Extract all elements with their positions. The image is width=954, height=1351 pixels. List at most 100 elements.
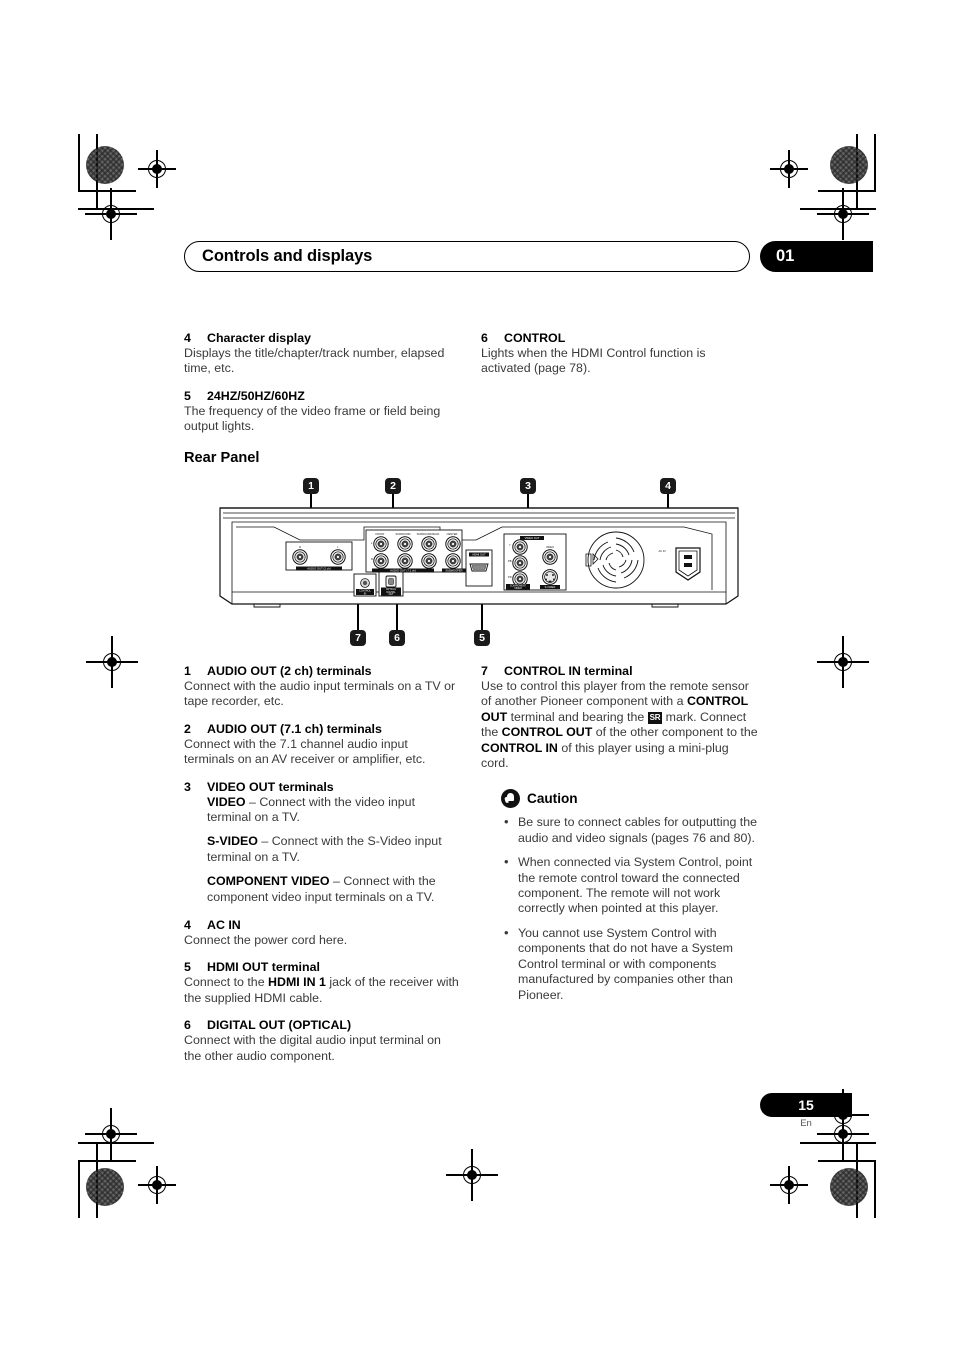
registration-target bbox=[138, 150, 176, 188]
sub-item-s-video: S-VIDEO – Connect with the S-Video input… bbox=[207, 834, 461, 865]
svg-text:VIDEO OUT: VIDEO OUT bbox=[525, 536, 540, 540]
item-description: Connect to the HDMI IN 1 jack of the rec… bbox=[184, 975, 461, 1006]
page-number: 15 bbox=[798, 1097, 814, 1113]
halftone-patch bbox=[86, 146, 124, 184]
svg-text:AUDIO OUT (2 ch): AUDIO OUT (2 ch) bbox=[307, 567, 330, 571]
text-key: HDMI IN 1 bbox=[268, 975, 326, 990]
item-description: Displays the title/chapter/track number,… bbox=[184, 346, 445, 376]
halftone-patch bbox=[830, 146, 868, 184]
crop-mark bbox=[96, 134, 98, 210]
item-title: Character display bbox=[207, 331, 311, 345]
page-language: En bbox=[800, 1118, 812, 1129]
item-description: Connect the power cord here. bbox=[184, 933, 348, 948]
sub-item-video: VIDEO – Connect with the video input ter… bbox=[207, 795, 461, 826]
crop-mark bbox=[800, 208, 876, 210]
item-number: 1 bbox=[184, 664, 191, 678]
chapter-header-bar: Controls and displays bbox=[184, 241, 750, 272]
sub-item-component-video: COMPONENT VIDEO – Connect with the compo… bbox=[207, 874, 461, 905]
registration-target bbox=[446, 1149, 498, 1201]
item-heading: 1 AUDIO OUT (2 ch) terminals bbox=[184, 663, 461, 679]
text-part-2: terminal and bearing the bbox=[507, 709, 648, 724]
sub-item-key: S-VIDEO bbox=[207, 834, 258, 849]
item-title: AUDIO OUT (7.1 ch) terminals bbox=[207, 721, 382, 736]
svg-text:Y: Y bbox=[509, 543, 511, 547]
item-heading: 6 DIGITAL OUT (OPTICAL) bbox=[184, 1017, 461, 1033]
item-description: Lights when the HDMI Control function is… bbox=[481, 346, 706, 376]
item-heading: 2 AUDIO OUT (7.1 ch) terminals bbox=[184, 721, 461, 737]
registration-target bbox=[817, 188, 869, 240]
item-heading: 5 HDMI OUT terminal bbox=[184, 959, 461, 975]
hand-icon bbox=[501, 789, 520, 809]
crop-mark bbox=[818, 1160, 876, 1162]
svg-text:IN: IN bbox=[364, 592, 367, 595]
registration-target bbox=[138, 1166, 176, 1204]
crop-mark bbox=[800, 1142, 876, 1144]
callout-badge: 1 bbox=[303, 478, 319, 494]
crop-mark bbox=[78, 190, 136, 192]
item-title: AUDIO OUT (2 ch) terminals bbox=[207, 664, 372, 678]
item-title: VIDEO OUT terminals bbox=[207, 779, 334, 794]
svg-text:HDMI OUT: HDMI OUT bbox=[472, 553, 486, 557]
crop-mark bbox=[78, 1160, 136, 1162]
halftone-patch bbox=[86, 1168, 124, 1206]
callout-6: 6 bbox=[389, 592, 405, 646]
svg-text:VIDEO: VIDEO bbox=[514, 587, 522, 590]
callout-badge: 5 bbox=[474, 630, 490, 646]
registration-target bbox=[770, 1166, 808, 1204]
right-column: 7 CONTROL IN terminal Use to control thi… bbox=[481, 663, 758, 1012]
rear-panel-drawing: R L AUDIO OUT (2 ch) FRONT SURROUND SURR… bbox=[219, 507, 739, 608]
top-left-column: 4 Character display Displays the title/c… bbox=[184, 330, 461, 446]
item-description: Use to control this player from the remo… bbox=[481, 679, 758, 771]
svg-text:S-VIDEO: S-VIDEO bbox=[545, 585, 556, 589]
crop-mark bbox=[874, 134, 876, 192]
spec-item-control: 6 CONTROL Lights when the HDMI Control f… bbox=[481, 330, 758, 377]
item-description: Connect with the 7.1 channel audio input… bbox=[184, 736, 426, 767]
callout-badge: 6 bbox=[389, 630, 405, 646]
item-heading: 6 CONTROL bbox=[481, 330, 758, 346]
callout-badge: 2 bbox=[385, 478, 401, 494]
svg-text:CENTER: CENTER bbox=[447, 532, 458, 536]
svg-text:PR: PR bbox=[508, 575, 512, 579]
crop-mark bbox=[78, 1160, 80, 1218]
item-number: 4 bbox=[184, 331, 191, 345]
crop-mark bbox=[856, 134, 858, 210]
crop-mark bbox=[78, 134, 80, 192]
item-number: 5 bbox=[184, 960, 191, 975]
callout-5: 5 bbox=[474, 588, 490, 646]
spec-item-character-display: 4 Character display Displays the title/c… bbox=[184, 330, 461, 377]
section-title: Rear Panel bbox=[184, 450, 260, 466]
page-number-badge: 15 bbox=[760, 1093, 852, 1117]
crop-mark bbox=[78, 208, 154, 210]
item-number: 5 bbox=[184, 388, 191, 403]
callout-1: 1 bbox=[303, 478, 319, 544]
item-heading: 7 CONTROL IN terminal bbox=[481, 663, 758, 679]
crop-mark bbox=[818, 190, 876, 192]
item-description: The frequency of the video frame or fiel… bbox=[184, 403, 441, 434]
terminal-item-control-in: 7 CONTROL IN terminal Use to control thi… bbox=[481, 663, 758, 771]
list-item: When connected via System Control, point… bbox=[501, 854, 758, 917]
caution-heading: Caution bbox=[501, 789, 758, 809]
crop-mark bbox=[874, 1160, 876, 1218]
callout-4: 4 bbox=[660, 478, 676, 552]
callout-3: 3 bbox=[520, 478, 536, 542]
callout-badge: 4 bbox=[660, 478, 676, 494]
registration-target bbox=[817, 636, 869, 688]
crop-mark bbox=[856, 1142, 858, 1218]
terminal-item-digital-out: 6 DIGITAL OUT (OPTICAL) Connect with the… bbox=[184, 1017, 461, 1064]
text-pre: Connect to the bbox=[184, 975, 269, 990]
terminal-item-hdmi-out: 5 HDMI OUT terminal Connect to the HDMI … bbox=[184, 959, 461, 1006]
text-key-control-in: CONTROL IN bbox=[481, 740, 558, 755]
terminal-item-audio-out-71ch: 2 AUDIO OUT (7.1 ch) terminals Connect w… bbox=[184, 721, 461, 768]
sub-item-key: COMPONENT VIDEO bbox=[207, 874, 330, 889]
caution-list: Be sure to connect cables for outputting… bbox=[501, 814, 758, 1002]
callout-2: 2 bbox=[385, 478, 401, 538]
caution-label: Caution bbox=[527, 791, 578, 807]
spec-item-frequency: 5 24HZ/50HZ/60HZ The frequency of the vi… bbox=[184, 388, 461, 435]
crop-mark bbox=[96, 1142, 98, 1218]
print-registration-marks bbox=[0, 0, 954, 1351]
top-right-column: 6 CONTROL Lights when the HDMI Control f… bbox=[481, 330, 758, 388]
callout-badge: 3 bbox=[520, 478, 536, 494]
svg-text:R: R bbox=[299, 545, 301, 549]
item-title: CONTROL IN terminal bbox=[504, 664, 633, 678]
item-heading: 4 AC IN bbox=[184, 917, 461, 933]
